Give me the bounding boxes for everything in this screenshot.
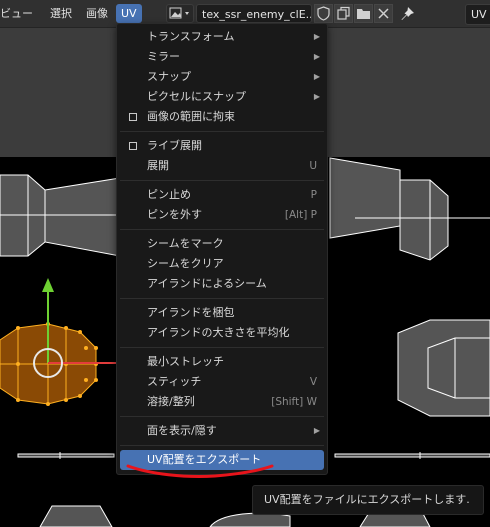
- checkbox-icon: [129, 113, 137, 121]
- menu-separator: [120, 131, 324, 132]
- menu-separator: [120, 229, 324, 230]
- shield-icon: [317, 6, 330, 21]
- menu-uv[interactable]: UV: [116, 4, 142, 23]
- menu-item-export-uv-layout[interactable]: UV配置をエクスポート: [120, 450, 324, 470]
- uv-map-field[interactable]: UV: [465, 4, 490, 25]
- submenu-arrow-icon: ▶: [313, 32, 320, 41]
- uv-island-left-top: [0, 174, 121, 257]
- menu-item-shortcut: P: [310, 189, 317, 201]
- menu-item-mirror[interactable]: ミラー ▶: [120, 47, 324, 67]
- submenu-arrow-icon: ▶: [313, 92, 320, 101]
- menu-item-label: 最小ストレッチ: [147, 355, 224, 368]
- image-browse-button[interactable]: [166, 4, 194, 23]
- menu-item-shortcut: [Alt] P: [284, 209, 317, 221]
- menu-item-label: 面を表示/隠す: [147, 424, 217, 437]
- fake-user-button[interactable]: [314, 4, 333, 23]
- menu-item-label: ピンを外す: [147, 208, 202, 221]
- menu-item-stitch[interactable]: スティッチ V: [120, 372, 324, 392]
- menu-separator: [120, 445, 324, 446]
- menu-separator: [120, 347, 324, 348]
- menu-item-label: ミラー: [147, 50, 180, 63]
- menu-item-label: ピクセルにスナップ: [147, 90, 246, 103]
- submenu-arrow-icon: ▶: [313, 72, 320, 81]
- close-icon: [378, 8, 389, 19]
- menu-separator: [120, 298, 324, 299]
- menu-item-label: スティッチ: [147, 375, 202, 388]
- duplicate-image-button[interactable]: [334, 4, 353, 23]
- menu-item-label: アイランドを梱包: [147, 306, 235, 319]
- menu-item-mark-seam[interactable]: シームをマーク: [120, 234, 324, 254]
- menu-item-show-hide-faces[interactable]: 面を表示/隠す ▶: [120, 421, 324, 441]
- menu-item-label: シームをマーク: [147, 237, 224, 250]
- menu-item-label: ピン止め: [147, 188, 191, 201]
- menu-item-unwrap[interactable]: 展開 U: [120, 156, 324, 176]
- menu-item-label: アイランドによるシーム: [147, 277, 267, 290]
- unlink-image-button[interactable]: [374, 4, 393, 23]
- menu-item-constrain-to-image-bounds[interactable]: 画像の範囲に拘束: [120, 107, 324, 127]
- menu-item-average-island-scale[interactable]: アイランドの大きさを平均化: [120, 323, 324, 343]
- uv-island-right-middle: [397, 319, 490, 417]
- menu-item-snap-to-pixels[interactable]: ピクセルにスナップ ▶: [120, 87, 324, 107]
- menu-view[interactable]: ビュー: [0, 4, 33, 23]
- uv-dropdown-menu: トランスフォーム ▶ ミラー ▶ スナップ ▶ ピクセルにスナップ ▶ 画像の範…: [116, 23, 328, 475]
- menu-select[interactable]: 選択: [50, 4, 72, 23]
- menu-item-live-unwrap[interactable]: ライブ展開: [120, 136, 324, 156]
- image-icon: [169, 7, 189, 19]
- menu-item-label: スナップ: [147, 70, 191, 83]
- menu-item-seams-from-islands[interactable]: アイランドによるシーム: [120, 274, 324, 294]
- menu-item-label: ライブ展開: [147, 139, 202, 152]
- duplicate-icon: [337, 6, 350, 20]
- menu-item-shortcut: U: [309, 160, 317, 172]
- menu-item-label: 溶接/整列: [147, 395, 195, 408]
- menu-item-label: 画像の範囲に拘束: [147, 110, 235, 123]
- pin-icon: [401, 7, 414, 20]
- submenu-arrow-icon: ▶: [313, 426, 320, 435]
- menu-item-label: 展開: [147, 159, 169, 172]
- pin-button[interactable]: [398, 4, 418, 24]
- menu-item-label: アイランドの大きさを平均化: [147, 326, 290, 339]
- open-image-button[interactable]: [354, 4, 373, 23]
- menu-item-minimize-stretch[interactable]: 最小ストレッチ: [120, 352, 324, 372]
- menu-separator: [120, 180, 324, 181]
- menu-item-unpin[interactable]: ピンを外す [Alt] P: [120, 205, 324, 225]
- uv-island-right-top: [329, 157, 490, 261]
- submenu-arrow-icon: ▶: [313, 52, 320, 61]
- tooltip: UV配置をファイルにエクスポートします.: [252, 485, 484, 515]
- menu-item-snap[interactable]: スナップ ▶: [120, 67, 324, 87]
- menu-item-label: トランスフォーム: [147, 30, 235, 43]
- menu-item-shortcut: [Shift] W: [271, 396, 317, 408]
- menu-separator: [120, 416, 324, 417]
- menu-item-shortcut: V: [309, 376, 317, 388]
- menu-item-transform[interactable]: トランスフォーム ▶: [120, 27, 324, 47]
- menu-item-clear-seam[interactable]: シームをクリア: [120, 254, 324, 274]
- menu-item-pin[interactable]: ピン止め P: [120, 185, 324, 205]
- folder-icon: [357, 9, 370, 19]
- menu-item-label: シームをクリア: [147, 257, 224, 270]
- menu-item-label: UV配置をエクスポート: [147, 453, 262, 466]
- image-name-field[interactable]: tex_ssr_enemy_clE...: [196, 4, 312, 23]
- menu-item-weld-align[interactable]: 溶接/整列 [Shift] W: [120, 392, 324, 412]
- menu-item-pack-islands[interactable]: アイランドを梱包: [120, 303, 324, 323]
- checkbox-icon: [129, 142, 137, 150]
- menu-image[interactable]: 画像: [86, 4, 108, 23]
